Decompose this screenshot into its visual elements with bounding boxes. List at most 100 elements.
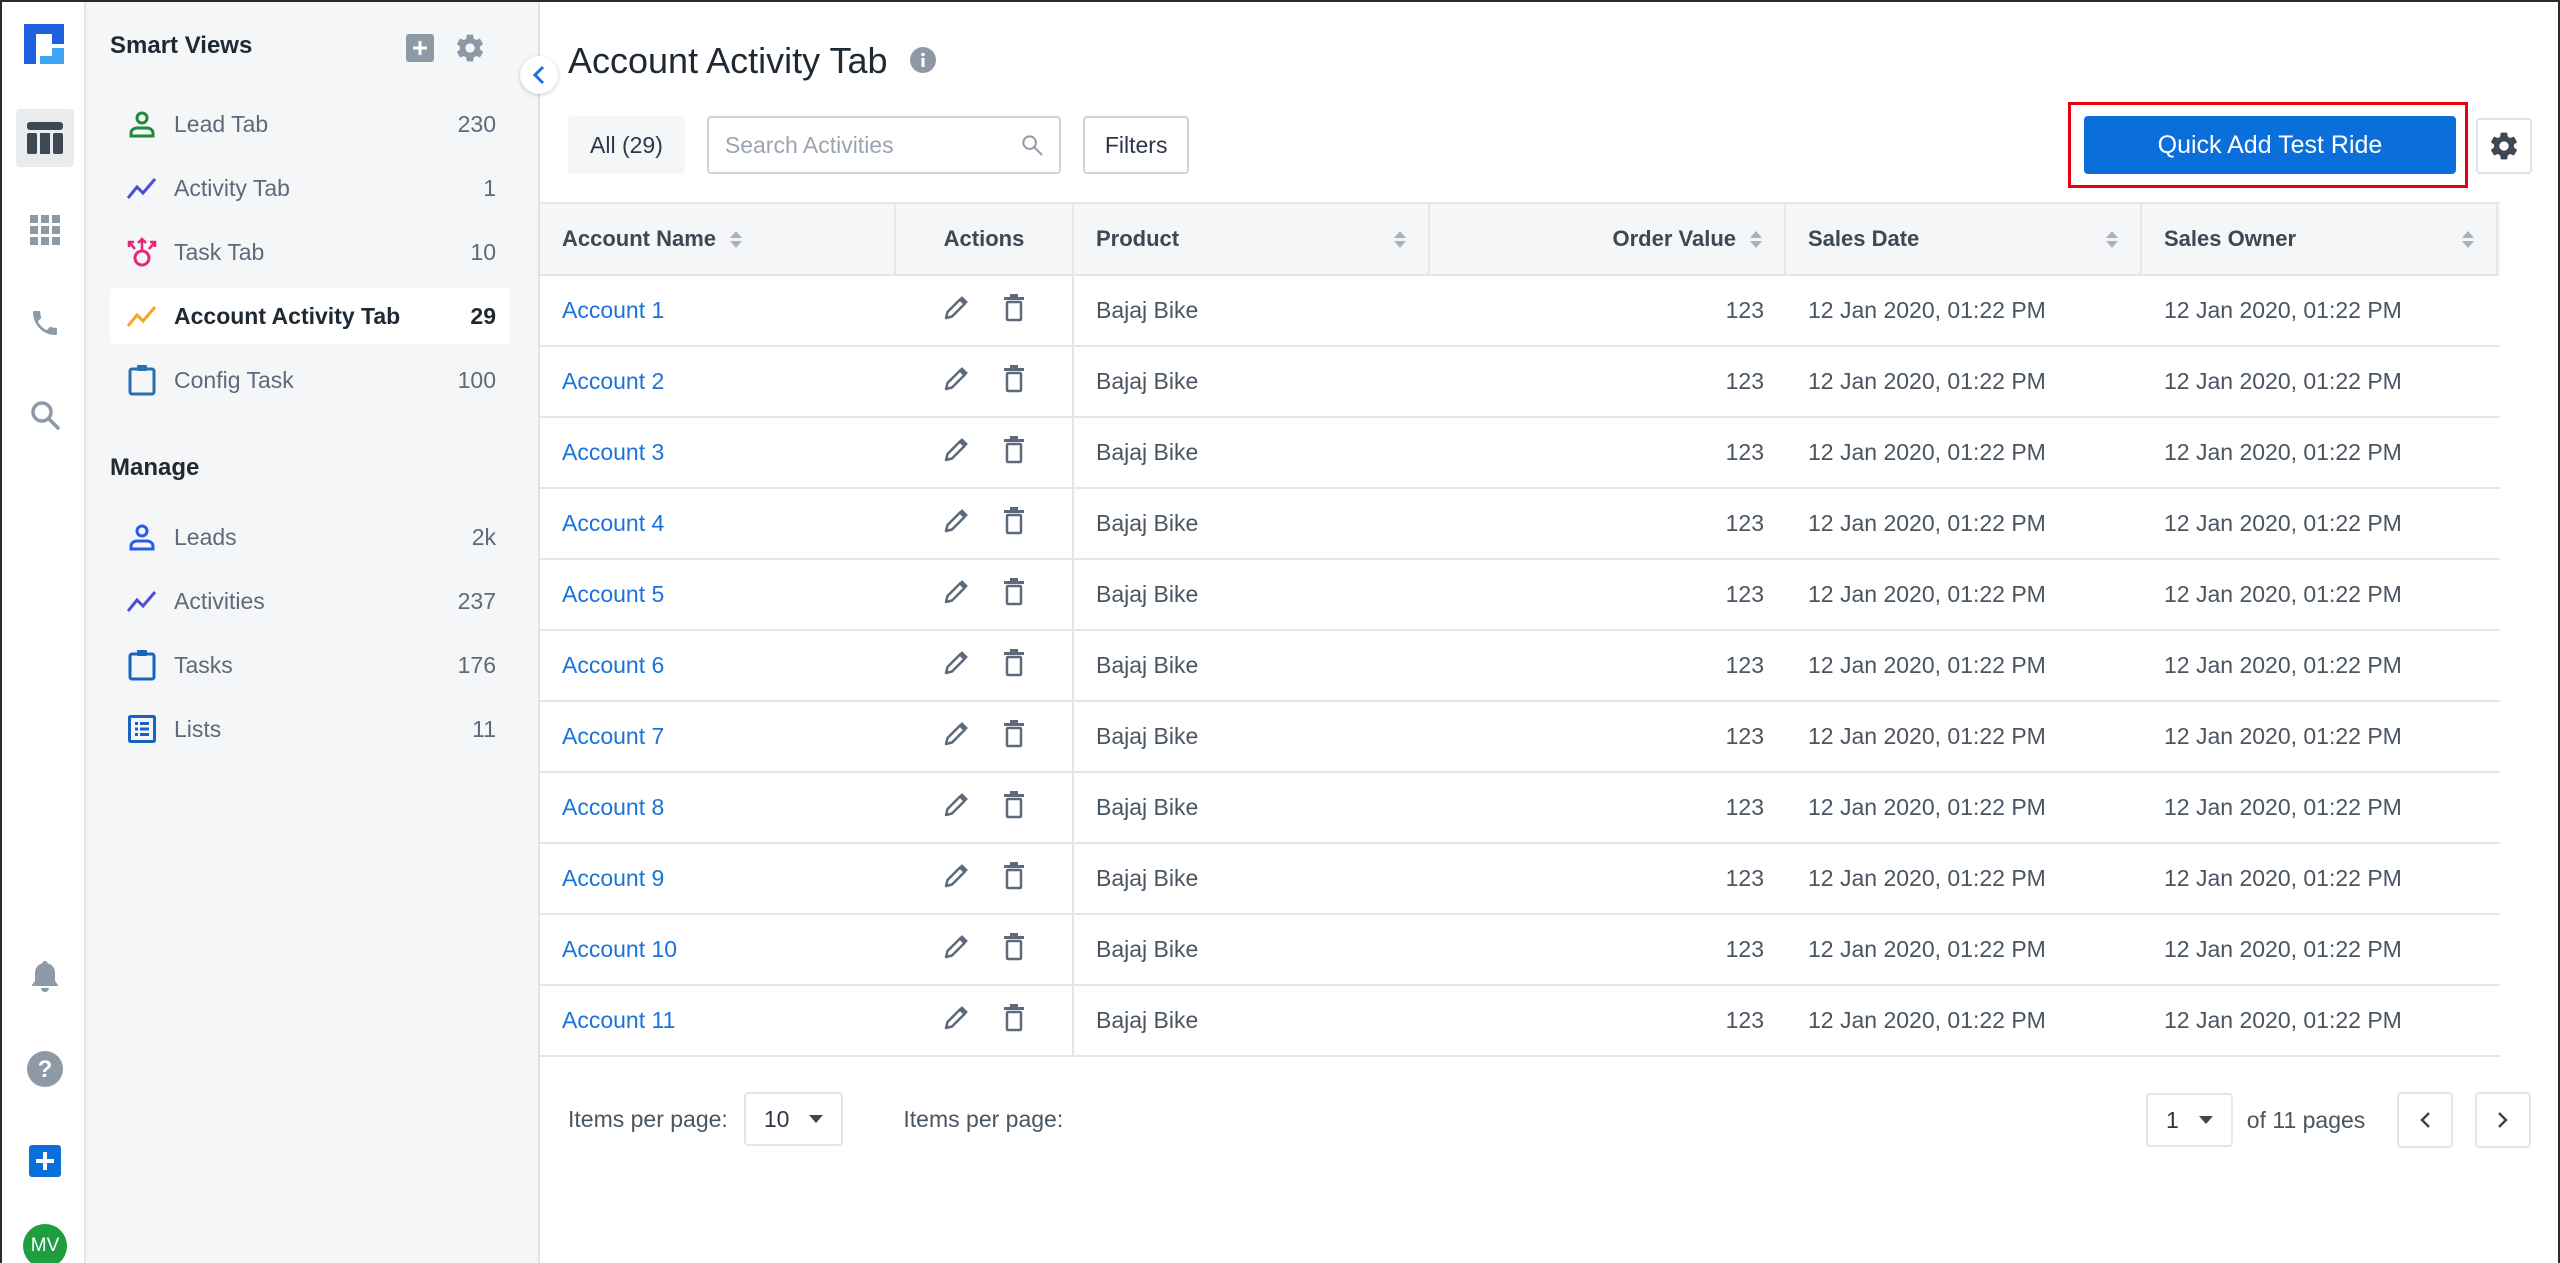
edit-icon[interactable] <box>943 366 969 398</box>
actions-cell <box>896 702 1074 771</box>
sidebar-item-activities[interactable]: Activities 237 <box>110 573 510 629</box>
add-smart-view-button[interactable] <box>406 34 434 67</box>
items-per-page-select[interactable]: 10 <box>743 1092 844 1146</box>
page-title: Account Activity Tab <box>568 40 888 81</box>
account-link[interactable]: Account 6 <box>562 652 664 679</box>
account-link[interactable]: Account 7 <box>562 723 664 750</box>
avatar[interactable]: MV <box>23 1224 67 1263</box>
product-cell: Bajaj Bike <box>1096 297 1199 323</box>
bell-icon[interactable] <box>16 947 74 1005</box>
actions-cell <box>896 560 1074 629</box>
help-icon[interactable]: ? <box>16 1040 74 1098</box>
account-name-cell: Account 3 <box>540 418 896 487</box>
filters-button[interactable]: Filters <box>1082 116 1190 174</box>
table-row: Account 1 Bajaj Bike 123 12 Jan 2020, 01… <box>540 276 2500 347</box>
edit-icon[interactable] <box>943 863 969 895</box>
delete-icon[interactable] <box>1003 932 1025 967</box>
sidebar-item-lead-tab[interactable]: Lead Tab 230 <box>110 96 510 152</box>
delete-icon[interactable] <box>1003 435 1025 470</box>
sales-date-cell: 12 Jan 2020, 01:22 PM <box>1808 368 2046 394</box>
collapse-sidebar-button[interactable] <box>520 56 558 94</box>
account-link[interactable]: Account 11 <box>562 1007 675 1034</box>
delete-icon[interactable] <box>1003 648 1025 683</box>
sales-date-cell: 12 Jan 2020, 01:22 PM <box>1808 936 2046 962</box>
order-value-cell: 123 <box>1725 439 1764 465</box>
delete-icon[interactable] <box>1003 293 1025 328</box>
next-page-button[interactable] <box>2475 1092 2532 1148</box>
edit-icon[interactable] <box>943 295 969 327</box>
edit-icon[interactable] <box>943 1005 969 1037</box>
edit-icon[interactable] <box>943 721 969 753</box>
table-header: Account Name Actions Product Order Value… <box>540 202 2500 276</box>
column-header-sales-owner[interactable]: Sales Owner <box>2142 204 2498 274</box>
smart-views-settings-button[interactable] <box>454 32 486 69</box>
logo-icon[interactable] <box>22 22 66 66</box>
edit-icon[interactable] <box>943 934 969 966</box>
sidebar-item-leads[interactable]: Leads 2k <box>110 509 510 565</box>
actions-cell <box>896 631 1074 700</box>
sales-date-cell: 12 Jan 2020, 01:22 PM <box>1808 865 2046 891</box>
table-settings-button[interactable] <box>2476 118 2532 174</box>
edit-icon[interactable] <box>943 792 969 824</box>
account-link[interactable]: Account 1 <box>562 297 664 324</box>
edit-icon[interactable] <box>943 437 969 469</box>
account-link[interactable]: Account 10 <box>562 936 677 963</box>
add-icon[interactable] <box>16 1132 74 1190</box>
delete-icon[interactable] <box>1003 506 1025 541</box>
delete-icon[interactable] <box>1003 861 1025 896</box>
account-link[interactable]: Account 2 <box>562 368 664 395</box>
actions-cell <box>896 915 1074 984</box>
column-header-order-value[interactable]: Order Value <box>1430 204 1786 274</box>
page-select[interactable]: 1 <box>2146 1093 2233 1147</box>
delete-icon[interactable] <box>1003 790 1025 825</box>
sidebar-item-config-task[interactable]: Config Task 100 <box>110 352 510 408</box>
search-icon[interactable] <box>16 386 74 444</box>
account-link[interactable]: Account 5 <box>562 581 664 608</box>
sidebar-item-tasks[interactable]: Tasks 176 <box>110 637 510 693</box>
delete-icon[interactable] <box>1003 719 1025 754</box>
order-value-cell: 123 <box>1725 794 1764 820</box>
sidebar-item-activity-tab[interactable]: Activity Tab 1 <box>110 160 510 216</box>
edit-icon[interactable] <box>943 650 969 682</box>
table-icon[interactable] <box>16 109 74 167</box>
table-row: Account 8 Bajaj Bike 123 12 Jan 2020, 01… <box>540 773 2500 844</box>
delete-icon[interactable] <box>1003 577 1025 612</box>
delete-icon[interactable] <box>1003 1003 1025 1038</box>
sales-owner-cell: 12 Jan 2020, 01:22 PM <box>2164 936 2402 962</box>
product-cell: Bajaj Bike <box>1096 723 1199 749</box>
delete-icon[interactable] <box>1003 364 1025 399</box>
sort-icon[interactable] <box>2462 230 2474 248</box>
account-name-cell: Account 1 <box>540 276 896 345</box>
table-row: Account 11 Bajaj Bike 123 12 Jan 2020, 0… <box>540 986 2500 1057</box>
sidebar-item-task-tab[interactable]: Task Tab 10 <box>110 224 510 280</box>
search-input[interactable] <box>724 131 1021 159</box>
smart-views-sidebar: Smart Views Lead Tab 230 Activity Tab 1 … <box>86 2 540 1263</box>
sidebar-item-lists[interactable]: Lists 11 <box>110 701 510 757</box>
sales-date-cell: 12 Jan 2020, 01:22 PM <box>1808 723 2046 749</box>
search-field[interactable] <box>706 116 1061 174</box>
account-link[interactable]: Account 9 <box>562 865 664 892</box>
sidebar-item-account-activity-tab[interactable]: Account Activity Tab 29 <box>110 288 510 344</box>
account-link[interactable]: Account 4 <box>562 510 664 537</box>
account-name-cell: Account 4 <box>540 489 896 558</box>
quick-add-test-ride-button[interactable]: Quick Add Test Ride <box>2084 116 2456 174</box>
actions-cell <box>896 418 1074 487</box>
account-link[interactable]: Account 3 <box>562 439 664 466</box>
phone-icon[interactable] <box>16 294 74 352</box>
sort-icon[interactable] <box>730 230 743 248</box>
clipboard-icon <box>124 362 160 398</box>
info-icon[interactable] <box>909 40 936 82</box>
sort-icon[interactable] <box>2106 230 2118 248</box>
sort-icon[interactable] <box>1750 230 1762 248</box>
edit-icon[interactable] <box>943 579 969 611</box>
apps-grid-icon[interactable] <box>16 201 74 259</box>
all-count-chip[interactable]: All (29) <box>568 116 685 174</box>
account-name-cell: Account 10 <box>540 915 896 984</box>
edit-icon[interactable] <box>943 508 969 540</box>
column-header-sales-date[interactable]: Sales Date <box>1786 204 2142 274</box>
sort-icon[interactable] <box>1394 230 1406 248</box>
previous-page-button[interactable] <box>2397 1092 2454 1148</box>
column-header-product[interactable]: Product <box>1074 204 1430 274</box>
account-link[interactable]: Account 8 <box>562 794 664 821</box>
column-header-account-name[interactable]: Account Name <box>540 204 896 274</box>
